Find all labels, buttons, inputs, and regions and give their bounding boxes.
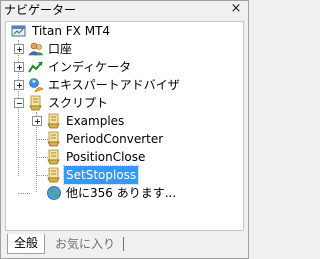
script-icon	[46, 167, 62, 183]
tree-item-expert-advisors[interactable]: エキスパートアドバイザ	[6, 76, 243, 94]
tree-item-scripts[interactable]: スクリプト	[6, 94, 243, 112]
tree-item-label: エキスパートアドバイザ	[48, 78, 180, 92]
expand-icon[interactable]	[14, 62, 24, 72]
tree-item-periodconverter[interactable]: PeriodConverter	[6, 130, 243, 148]
close-icon[interactable]: ×	[229, 2, 243, 16]
expert-advisors-icon	[28, 77, 44, 93]
tree-item-positionclose[interactable]: PositionClose	[6, 148, 243, 166]
scripts-icon	[28, 95, 44, 111]
tree-item-label-selected: SetStoploss	[62, 165, 140, 185]
tab-label: お気に入り	[55, 237, 116, 251]
script-icon	[46, 149, 62, 165]
tree-item-more[interactable]: 他に356 あります...	[6, 184, 243, 202]
navigator-tree[interactable]: Titan FX MT4 口座 インディケータ エキスパートアドバイザ スクリプ…	[5, 21, 244, 231]
navigator-window: ナビゲーター × Titan FX MT4 口座 インディケータ エキスパートア…	[0, 0, 249, 259]
tab-label: 全般	[13, 236, 38, 250]
collapse-icon[interactable]	[14, 98, 24, 108]
tree-root[interactable]: Titan FX MT4	[6, 22, 243, 40]
expand-icon[interactable]	[14, 80, 24, 90]
tree-item-examples[interactable]: Examples	[6, 112, 243, 130]
tree-item-indicators[interactable]: インディケータ	[6, 58, 243, 76]
mt4-terminal-icon	[11, 23, 27, 39]
tree-item-label: スクリプト	[48, 96, 109, 110]
tree-item-label: Examples	[66, 114, 125, 128]
expand-icon[interactable]	[32, 116, 42, 126]
tree-item-label: PeriodConverter	[66, 132, 164, 146]
script-folder-icon	[46, 113, 62, 129]
window-title: ナビゲーター	[4, 3, 77, 17]
tree-item-label: インディケータ	[48, 60, 132, 74]
tree-root-label: Titan FX MT4	[32, 24, 111, 38]
expand-icon[interactable]	[14, 44, 24, 54]
tab-separator	[123, 237, 124, 251]
navigator-tabs: 全般 お気に入り	[5, 234, 244, 256]
globe-icon	[46, 185, 62, 201]
indicators-icon	[28, 59, 44, 75]
tree-item-label: PositionClose	[66, 150, 146, 164]
tab-general[interactable]: 全般	[7, 234, 45, 254]
tree-item-label: 口座	[48, 42, 73, 56]
script-icon	[46, 131, 62, 147]
tree-item-label: 他に356 あります...	[66, 186, 177, 200]
title-bar[interactable]: ナビゲーター ×	[1, 1, 248, 20]
tab-favorites[interactable]: お気に入り	[55, 236, 115, 252]
accounts-icon	[28, 41, 44, 57]
tree-item-accounts[interactable]: 口座	[6, 40, 243, 58]
tree-item-setstoploss[interactable]: SetStoploss	[6, 165, 243, 185]
